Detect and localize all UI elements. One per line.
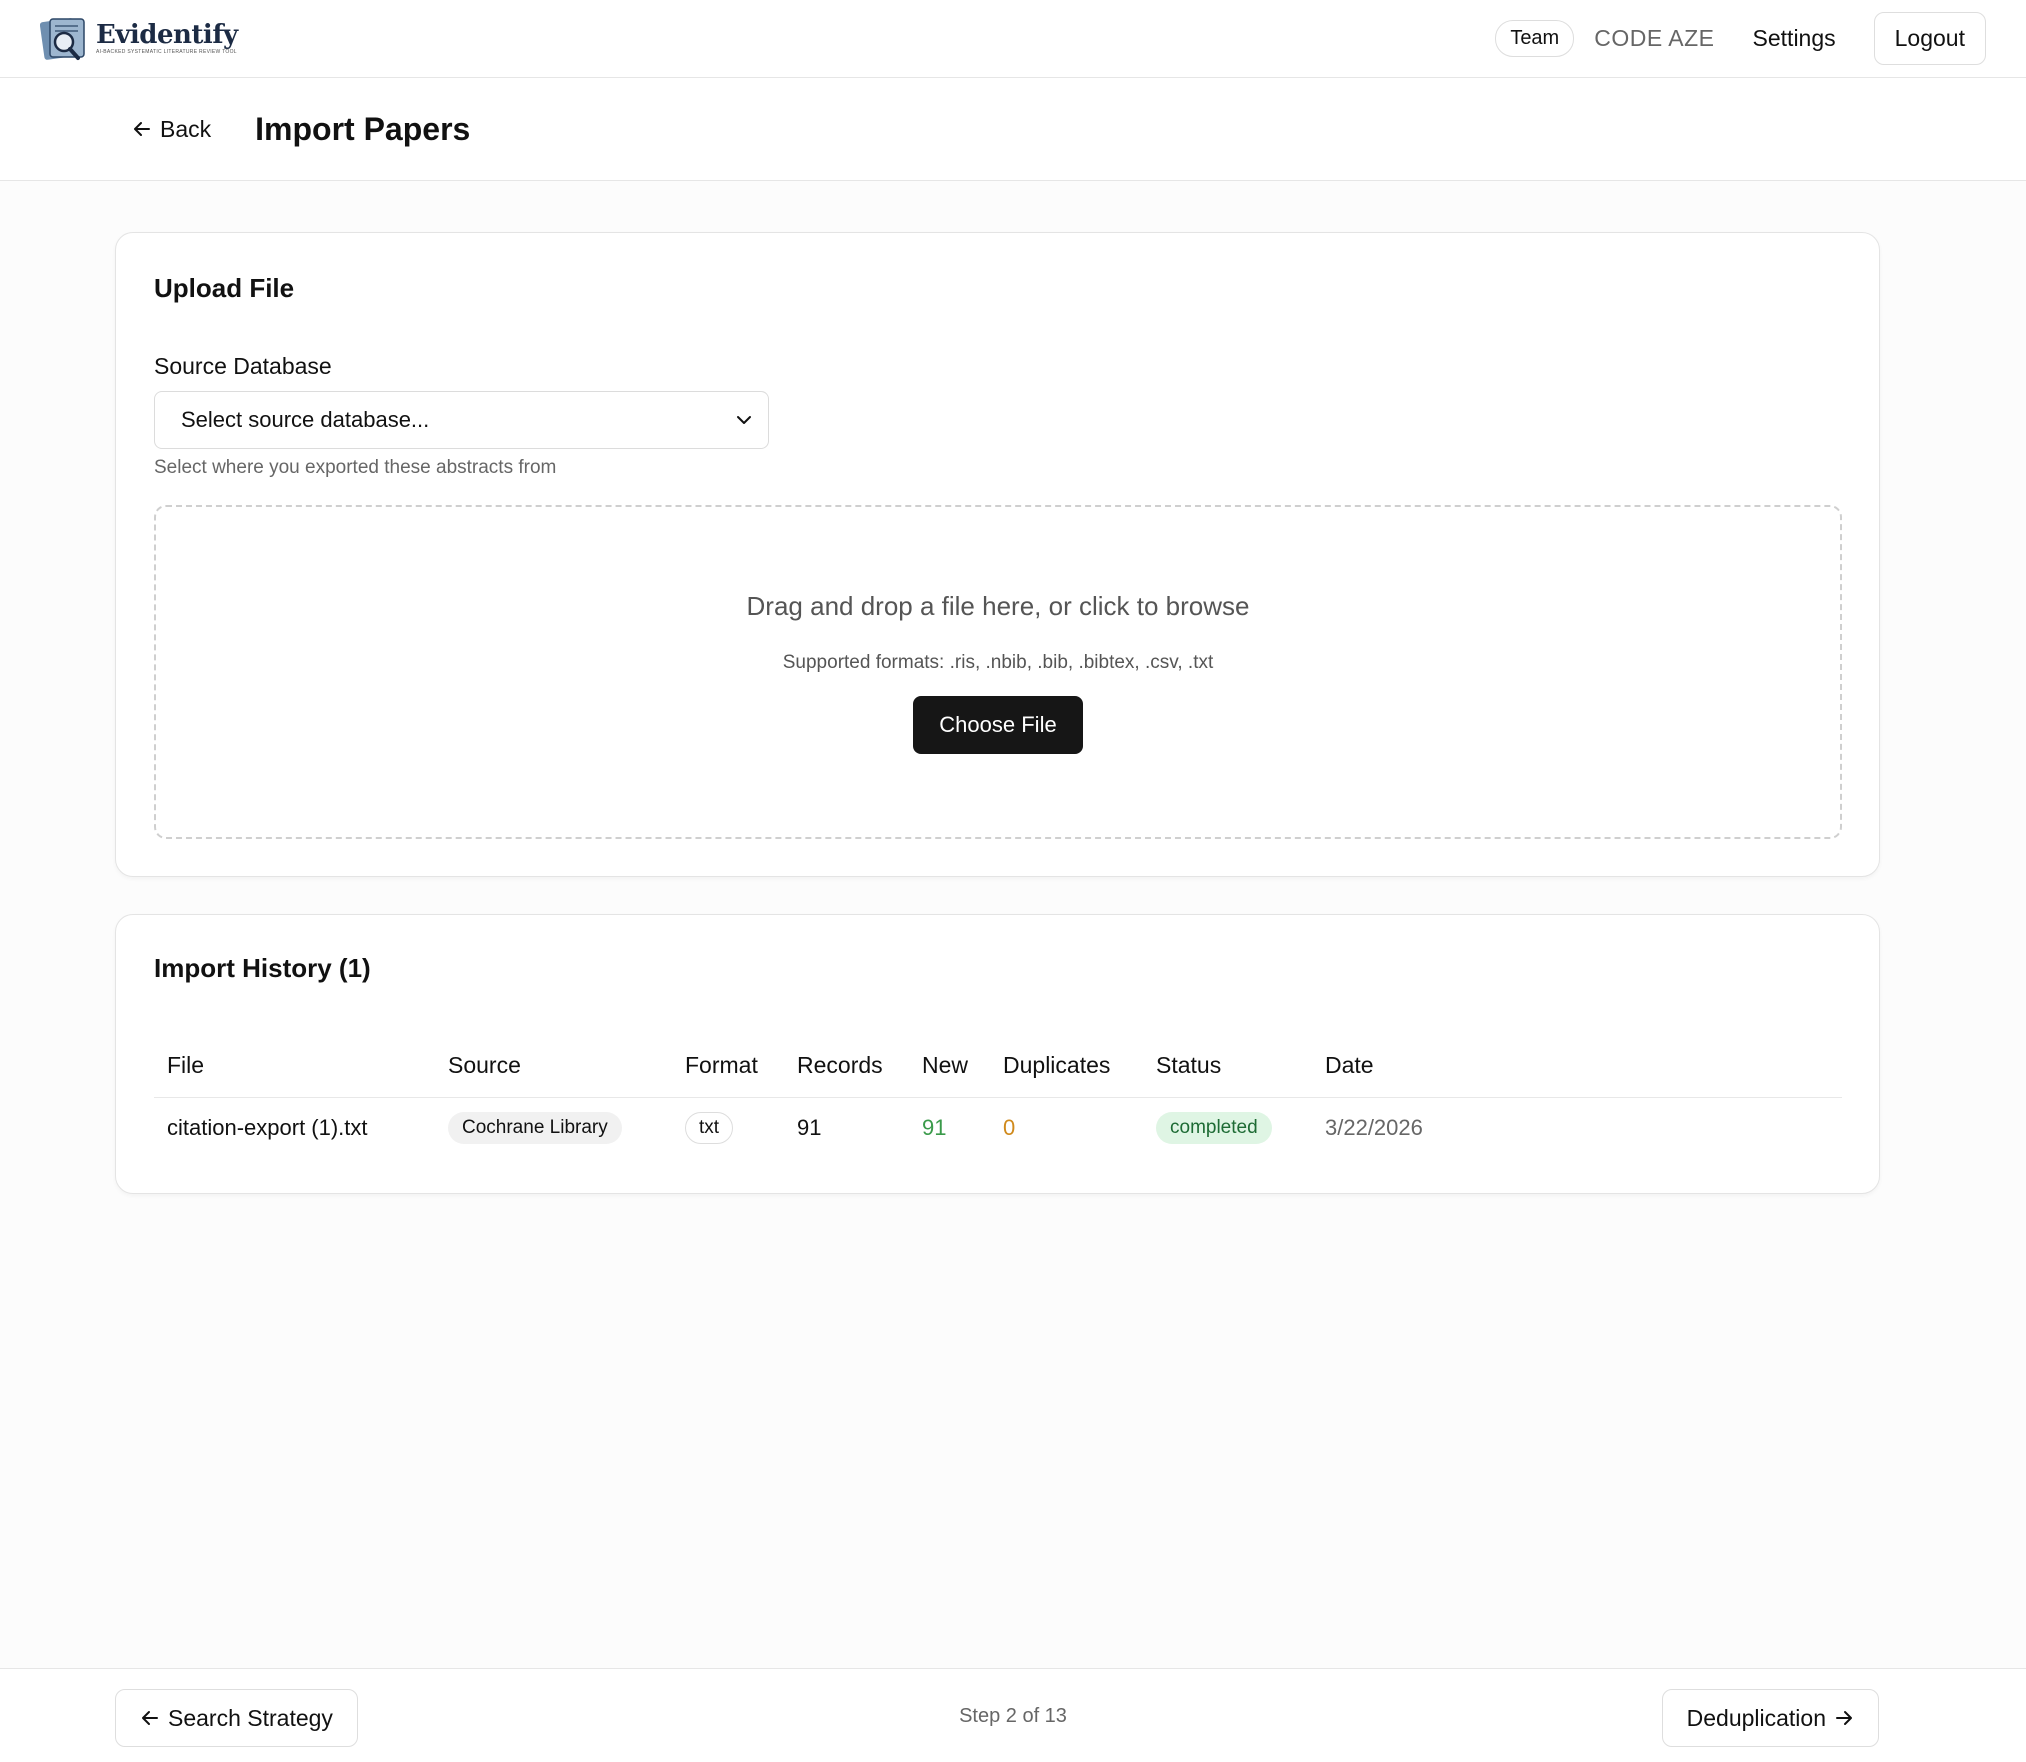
arrow-left-icon [134,122,150,136]
arrow-right-icon [1836,1711,1852,1725]
table-row: citation-export (1).txt Cochrane Library… [154,1097,1842,1159]
next-step-label: Deduplication [1686,1704,1826,1731]
source-database-placeholder: Select source database... [181,407,430,432]
new-count-cell: 91 [922,1115,947,1141]
column-header: Date [1312,1035,1842,1098]
table-header-row: File Source Format Records New Duplicate… [154,1035,1842,1098]
step-navigation-footer: Search Strategy Step 2 of 13 Deduplicati… [0,1668,2026,1762]
status-badge: completed [1156,1112,1272,1145]
column-header: File [154,1035,435,1098]
records-cell: 91 [797,1115,822,1141]
back-label: Back [160,115,212,142]
logo-text: Evidentify [96,20,238,50]
next-step-button[interactable]: Deduplication [1661,1689,1879,1747]
team-badge: Team [1495,20,1575,57]
logout-button[interactable]: Logout [1873,12,1986,65]
column-header: Duplicates [990,1035,1143,1098]
page-title: Import Papers [255,110,471,147]
page-header: Back Import Papers [0,78,2026,181]
column-header: Source [435,1035,672,1098]
top-navbar: Evidentify AI-BACKED SYSTEMATIC LITERATU… [0,0,2026,78]
choose-file-button[interactable]: Choose File [913,696,1083,754]
back-button[interactable]: Back [132,116,211,143]
upload-file-card: Upload File Source Database Select sourc… [115,232,1880,877]
app-logo[interactable]: Evidentify AI-BACKED SYSTEMATIC LITERATU… [40,16,238,62]
history-card-title: Import History (1) [154,953,371,983]
chevron-down-icon [737,416,751,424]
project-code: CODE AZE [1594,25,1715,51]
date-cell: 3/22/2026 [1325,1115,1423,1141]
source-database-select[interactable]: Select source database... [154,391,769,449]
file-dropzone[interactable]: Drag and drop a file here, or click to b… [154,505,1842,839]
file-name-cell: citation-export (1).txt [167,1115,368,1141]
logo-tagline: AI-BACKED SYSTEMATIC LITERATURE REVIEW T… [96,49,237,55]
source-badge: Cochrane Library [448,1112,622,1145]
dropzone-text: Drag and drop a file here, or click to b… [746,591,1250,621]
format-badge: txt [685,1112,734,1145]
source-database-label: Source Database [154,353,332,379]
duplicates-count-cell: 0 [1003,1115,1016,1141]
upload-card-title: Upload File [154,273,295,303]
import-history-table: File Source Format Records New Duplicate… [154,1035,1842,1159]
supported-formats-text: Supported formats: .ris, .nbib, .bib, .b… [782,652,1214,673]
source-database-help: Select where you exported these abstract… [154,457,557,478]
column-header: Records [784,1035,909,1098]
magnifier-logo-icon [40,17,85,60]
column-header: Status [1143,1035,1312,1098]
settings-link[interactable]: Settings [1753,25,1836,52]
column-header: Format [672,1035,784,1098]
column-header: New [909,1035,990,1098]
import-history-card: Import History (1) File Source Format Re… [115,914,1880,1194]
